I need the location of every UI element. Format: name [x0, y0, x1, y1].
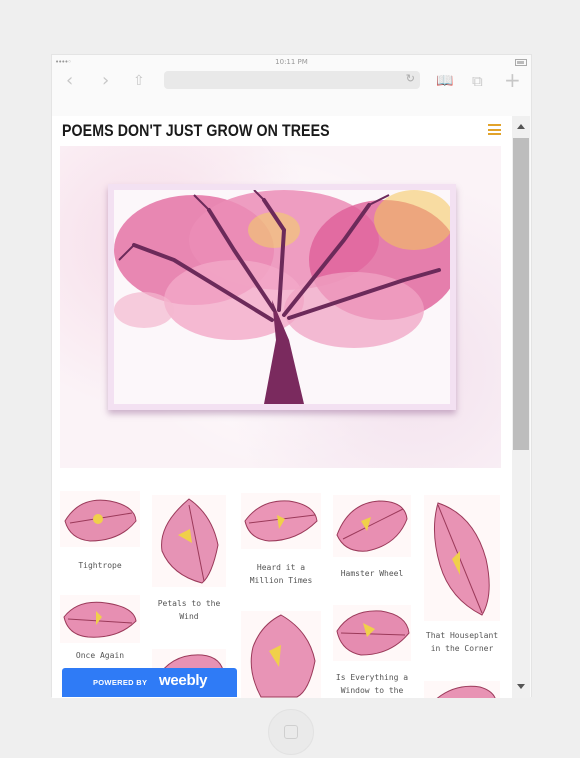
hero-banner — [60, 146, 501, 468]
leaf-image — [152, 495, 226, 587]
poem-gallery: Tightrope Once Again Petals to the Wind … — [52, 483, 512, 698]
gallery-caption: Hamster Wheel — [340, 569, 404, 578]
tree-painting — [108, 184, 456, 410]
hamburger-menu-icon[interactable] — [488, 124, 501, 135]
gallery-caption: Once Again — [75, 651, 125, 660]
scroll-down-icon[interactable] — [517, 684, 525, 689]
chevron-left-icon[interactable]: ‹ — [66, 70, 73, 91]
reload-icon[interactable]: ↻ — [406, 72, 415, 85]
gallery-caption: Petals to the Wind — [157, 599, 221, 621]
leaf-image — [60, 595, 140, 643]
plus-icon[interactable]: + — [504, 68, 521, 92]
leaf-image — [424, 681, 500, 698]
status-time: 10:11 PM — [275, 58, 308, 66]
scroll-up-icon[interactable] — [517, 124, 525, 129]
scrollbar[interactable] — [512, 116, 530, 698]
book-icon[interactable]: 📖 — [436, 73, 453, 89]
battery-icon — [515, 59, 527, 66]
status-bar: ••••◦ 10:11 PM — [52, 55, 531, 67]
leaf-image — [241, 493, 321, 549]
browser-toolbar: ‹ › ⇧ ↻ 📖 ⧉ + — [52, 67, 531, 115]
scroll-thumb[interactable] — [513, 138, 529, 450]
tablet-device: ••••◦ 10:11 PM ‹ › ⇧ ↻ 📖 ⧉ + POEMS DON'T… — [0, 0, 580, 758]
leaf-image — [424, 495, 500, 621]
gallery-caption: Tightrope — [78, 561, 122, 570]
home-button[interactable] — [268, 709, 314, 755]
gallery-caption: Heard it a Million Times — [249, 563, 313, 585]
web-page: POEMS DON'T JUST GROW ON TREES Tightrope… — [52, 116, 512, 698]
powered-by-weebly-badge[interactable]: POWERED BY weebly — [62, 668, 237, 697]
address-bar[interactable]: ↻ — [164, 71, 420, 89]
site-title[interactable]: POEMS DON'T JUST GROW ON TREES — [62, 122, 330, 141]
leaf-image — [241, 611, 321, 698]
leaf-image — [60, 491, 140, 547]
leaf-image — [333, 605, 411, 661]
gallery-caption: That Houseplant in the Corner — [425, 631, 499, 653]
share-icon[interactable]: ⇧ — [133, 73, 145, 89]
powered-by-label: POWERED BY — [93, 678, 148, 687]
chevron-right-icon[interactable]: › — [102, 70, 109, 91]
leaf-image — [333, 495, 411, 557]
tabs-icon[interactable]: ⧉ — [472, 72, 483, 90]
weebly-logo: weebly — [159, 672, 208, 689]
gallery-caption: Is Everything a Window to the — [335, 673, 409, 695]
